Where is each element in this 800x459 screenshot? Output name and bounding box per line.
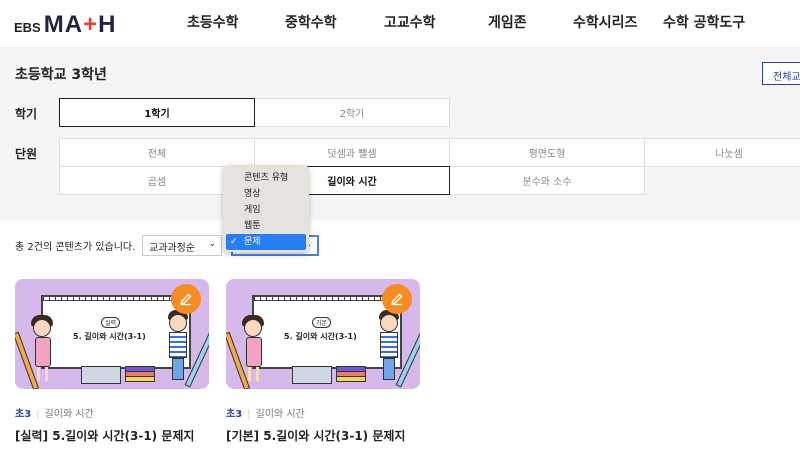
card-title[interactable]: [실력] 5.길이와 시간(3-1) 문제지 — [15, 427, 194, 444]
meta-divider: | — [36, 409, 40, 420]
nav-elementary[interactable]: 초등수학 — [187, 12, 239, 32]
dropdown-option-webtoon[interactable]: 웹툰 — [226, 218, 306, 234]
card-title[interactable]: [기본] 5.길이와 시간(3-1) 문제지 — [226, 427, 405, 444]
sort-select[interactable]: 교과과정순 ⌄ — [142, 235, 222, 256]
dropdown-option-content-type[interactable]: 콘텐츠 유형 — [226, 170, 306, 186]
unit-option-division[interactable]: 나눗셈 — [644, 138, 800, 167]
page-title: 초등학교 3학년 — [15, 67, 107, 83]
nav-high[interactable]: 고교수학 — [384, 12, 436, 32]
nav-series[interactable]: 수학시리즈 — [573, 12, 637, 32]
content-card-thumbnail[interactable]: 기본 5. 길이와 시간(3-1) — [226, 279, 420, 389]
dropdown-option-problem-label: 문제 — [244, 237, 261, 247]
unit-label: 단원 — [15, 147, 38, 161]
edit-button[interactable] — [382, 284, 412, 314]
sort-select-value: 교과과정순 — [149, 243, 195, 254]
grade-tag: 초3 — [226, 409, 243, 420]
logo-math-b: H — [98, 11, 117, 38]
nav-middle[interactable]: 중학수학 — [285, 12, 337, 32]
dropdown-option-game[interactable]: 게임 — [226, 202, 306, 218]
dropdown-option-video[interactable]: 영상 — [226, 186, 306, 202]
semester-label: 학기 — [15, 107, 38, 121]
town-illustration — [292, 366, 332, 384]
dropdown-option-problem[interactable]: ✓ 문제 — [226, 234, 306, 250]
books-illustration — [125, 366, 155, 382]
edit-icon — [180, 293, 192, 306]
result-count: 총 2건의 콘텐츠가 있습니다. — [15, 242, 136, 253]
content-card-thumbnail[interactable]: 실력 5. 길이와 시간(3-1) — [15, 279, 209, 389]
edit-button[interactable] — [171, 284, 201, 314]
semester-option-2[interactable]: 2학기 — [254, 98, 450, 127]
card-meta: 초3 | 길이와 시간 — [226, 405, 305, 420]
all-grades-button[interactable]: 전체교 — [762, 62, 800, 85]
unit-tag: 길이와 시간 — [44, 409, 94, 420]
unit-option-fraction-decimal[interactable]: 분수와 소수 — [449, 166, 645, 195]
logo-ebs-text: EBS — [14, 20, 41, 35]
check-icon: ✓ — [230, 237, 238, 247]
meta-divider: | — [247, 409, 251, 420]
board-title: 5. 길이와 시간(3-1) — [73, 332, 146, 341]
unit-option-add-sub[interactable]: 덧셈과 뺄셈 — [254, 138, 450, 167]
level-badge: 기본 — [312, 317, 332, 328]
site-header: EBS MA+H 초등수학 중학수학 고교수학 게임존 수학시리즈 수학 공학도… — [0, 0, 800, 48]
town-illustration — [81, 366, 121, 384]
logo-math-text: MA+H — [44, 13, 117, 37]
logo-math-a: MA — [43, 11, 84, 38]
chevron-down-icon: ⌄ — [208, 239, 216, 249]
nav-gamezone[interactable]: 게임존 — [488, 12, 527, 32]
unit-option-all[interactable]: 전체 — [59, 138, 255, 167]
level-badge: 실력 — [101, 317, 121, 328]
card-meta: 초3 | 길이와 시간 — [15, 405, 94, 420]
books-illustration — [336, 366, 366, 382]
ebs-math-logo[interactable]: EBS MA+H — [14, 11, 116, 37]
nav-tools[interactable]: 수학 공학도구 — [663, 12, 745, 32]
edit-icon — [391, 293, 403, 306]
board-title: 5. 길이와 시간(3-1) — [284, 332, 357, 341]
logo-math-plus: + — [83, 11, 99, 38]
unit-tag: 길이와 시간 — [255, 409, 305, 420]
grade-tag: 초3 — [15, 409, 32, 420]
unit-option-shapes[interactable]: 평면도형 — [449, 138, 645, 167]
semester-option-1[interactable]: 1학기 — [59, 98, 255, 127]
content-type-dropdown: 콘텐츠 유형 영상 게임 웹툰 ✓ 문제 — [223, 165, 309, 252]
